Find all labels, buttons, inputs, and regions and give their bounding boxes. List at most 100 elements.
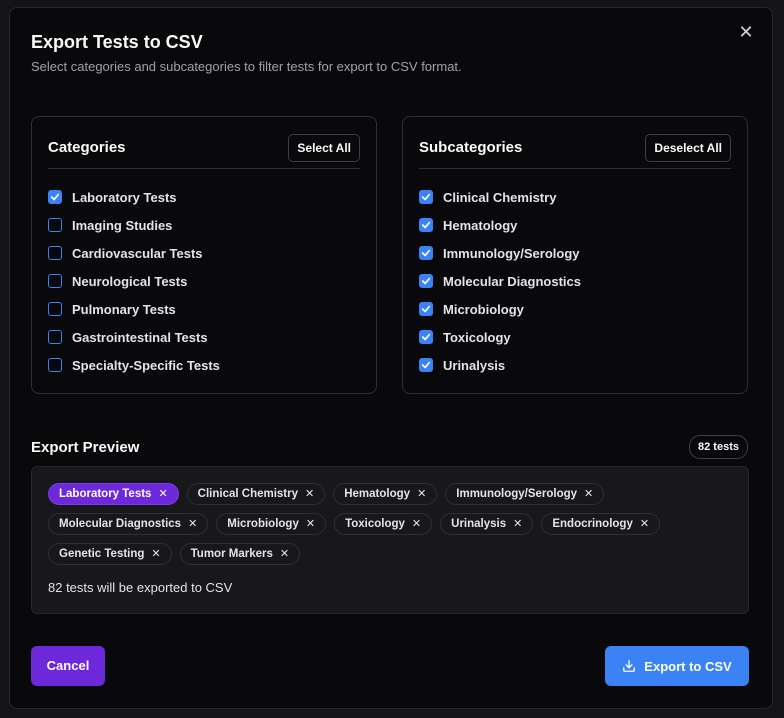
remove-icon[interactable]: ✕ [305,484,314,504]
remove-icon[interactable]: ✕ [412,514,421,534]
remove-icon[interactable]: ✕ [417,484,426,504]
checkbox[interactable] [419,246,433,260]
item-label: Immunology/Serology [443,245,580,261]
item-label: Imaging Studies [72,217,173,233]
chip-label: Hematology [344,488,411,500]
item-label: Microbiology [443,301,524,317]
remove-icon[interactable]: ✕ [306,514,315,534]
download-icon [623,660,636,672]
chip-label: Endocrinology [552,518,633,530]
check-icon [421,361,431,369]
filter-chip: Hematology ✕ [333,483,438,505]
chip-label: Genetic Testing [59,548,145,560]
filter-chip: Immunology/Serology ✕ [445,483,605,505]
subcategories-item[interactable]: Hematology [419,211,581,239]
export-csv-button[interactable]: Export to CSV [605,646,749,686]
categories-item[interactable]: Gastrointestinal Tests [48,323,220,351]
subcategories-item[interactable]: Toxicology [419,323,581,351]
item-label: Neurological Tests [72,273,188,289]
check-icon [421,277,431,285]
export-dialog: ✕ Export Tests to CSV Select categories … [9,7,773,709]
categories-item[interactable]: Imaging Studies [48,211,220,239]
categories-item[interactable]: Neurological Tests [48,267,220,295]
remove-icon[interactable]: ✕ [584,484,593,504]
divider [419,168,731,169]
dialog-title: Export Tests to CSV [31,32,203,52]
item-label: Gastrointestinal Tests [72,329,208,345]
checkbox[interactable] [48,218,62,232]
select-all-button[interactable]: Select All [288,134,360,162]
subcategories-item[interactable]: Molecular Diagnostics [419,267,581,295]
filter-chip: Genetic Testing ✕ [48,543,172,565]
subcategories-item[interactable]: Clinical Chemistry [419,183,581,211]
checkbox[interactable] [419,274,433,288]
dialog-subtitle: Select categories and subcategories to f… [31,59,462,74]
categories-item[interactable]: Laboratory Tests [48,183,220,211]
chip-label: Laboratory Tests [59,488,152,500]
checkbox[interactable] [419,330,433,344]
remove-icon[interactable]: ✕ [280,544,289,564]
chip-label: Clinical Chemistry [197,488,299,500]
remove-icon[interactable]: ✕ [513,514,522,534]
filter-chip: Microbiology ✕ [216,513,327,535]
test-count-badge: 82 tests [689,435,748,459]
categories-item[interactable]: Pulmonary Tests [48,295,220,323]
remove-icon[interactable]: ✕ [640,514,649,534]
checkbox[interactable] [48,330,62,344]
check-icon [421,193,431,201]
remove-icon[interactable]: ✕ [188,514,197,534]
filter-chip: Tumor Markers ✕ [179,543,301,565]
filter-chip: Endocrinology ✕ [541,513,661,535]
check-icon [421,249,431,257]
chip-label: Toxicology [345,518,405,530]
export-label: Export to CSV [644,658,732,674]
categories-title: Categories [48,139,126,156]
export-summary: 82 tests will be exported to CSV [48,580,233,595]
item-label: Urinalysis [443,357,506,373]
item-label: Clinical Chemistry [443,189,557,205]
categories-list: Laboratory Tests Imaging Studies Cardiovas… [48,183,220,379]
checkbox[interactable] [419,218,433,232]
filter-chip: Urinalysis ✕ [440,513,534,535]
chip-label: Microbiology [227,518,299,530]
cancel-button[interactable]: Cancel [31,646,105,686]
chip-label: Tumor Markers [190,548,273,560]
categories-panel: Categories Select All Laboratory Tests Im… [31,116,377,394]
subcategories-item[interactable]: Urinalysis [419,351,581,379]
filter-chip: Laboratory Tests ✕ [48,483,179,505]
remove-icon[interactable]: ✕ [158,484,167,504]
close-icon[interactable]: ✕ [736,22,756,42]
subcategories-title: Subcategories [419,139,523,156]
subcategories-item[interactable]: Immunology/Serology [419,239,581,267]
chip-label: Molecular Diagnostics [59,518,182,530]
checkbox[interactable] [48,274,62,288]
categories-item[interactable]: Specialty-Specific Tests [48,351,220,379]
filter-chips: Laboratory Tests ✕ Clinical Chemistry ✕ Hema… [48,483,728,565]
checkbox[interactable] [48,358,62,372]
filter-chip: Molecular Diagnostics ✕ [48,513,209,535]
checkbox[interactable] [48,302,62,316]
checkbox[interactable] [419,302,433,316]
check-icon [421,305,431,313]
check-icon [50,193,60,201]
item-label: Pulmonary Tests [72,301,176,317]
export-preview-title: Export Preview [31,439,140,456]
subcategories-item[interactable]: Microbiology [419,295,581,323]
remove-icon[interactable]: ✕ [151,544,160,564]
deselect-all-button[interactable]: Deselect All [645,134,731,162]
categories-item[interactable]: Cardiovascular Tests [48,239,220,267]
checkbox[interactable] [419,190,433,204]
filter-chip: Clinical Chemistry ✕ [186,483,326,505]
checkbox[interactable] [419,358,433,372]
checkbox[interactable] [48,190,62,204]
check-icon [421,221,431,229]
subcategories-list: Clinical Chemistry Hematology Immunology/S… [419,183,581,379]
item-label: Hematology [443,217,518,233]
item-label: Toxicology [443,329,511,345]
item-label: Cardiovascular Tests [72,245,203,261]
chip-label: Immunology/Serology [456,488,578,500]
item-label: Laboratory Tests [72,189,177,205]
check-icon [421,333,431,341]
subcategories-panel: Subcategories Deselect All Clinical Chem… [402,116,748,394]
checkbox[interactable] [48,246,62,260]
